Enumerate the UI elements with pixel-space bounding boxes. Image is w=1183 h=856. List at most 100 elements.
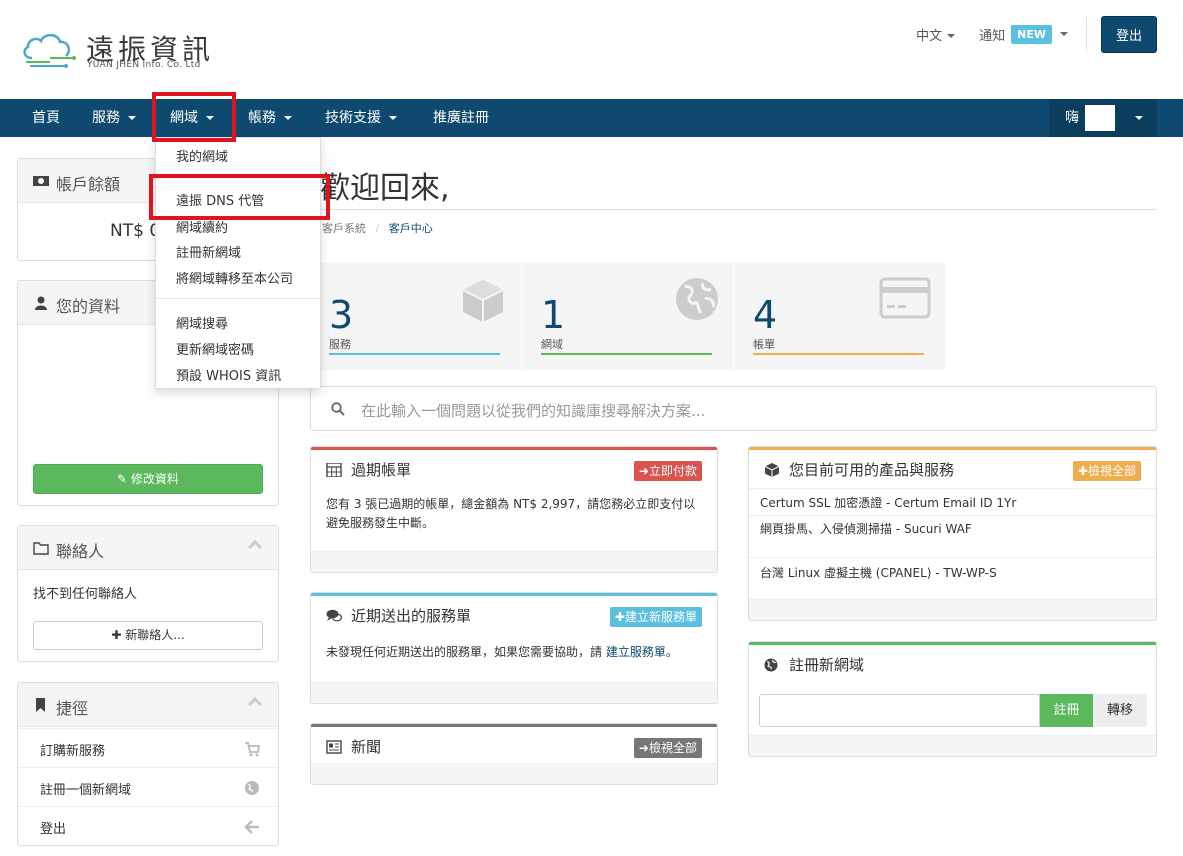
overdue-message: 您有 3 張已過期的帳單，總金額為 NT$ 2,997，請您務必立即支付以避免服… [326,497,696,530]
button-label: 立即付款 [648,464,697,478]
caret-down-icon [1135,116,1143,120]
register-domain-card: 註冊新網域 註冊 轉移 [748,641,1157,757]
panel-title: 帳戶餘額 [56,175,121,194]
contacts-panel: 聯絡人 找不到任何聯絡人 ✚ 新聯絡人... [17,525,279,662]
tile-bar [541,353,712,355]
shortcut-label: 訂購新服務 [40,744,106,759]
view-all-news-button[interactable]: ➜檢視全部 [633,738,702,758]
menu-item-my-domains[interactable]: 我的網域 [176,146,228,165]
plus-icon: ✚ [614,610,625,624]
nav-label: 帳務 [248,110,276,126]
nav-services[interactable]: 服務 [92,99,136,137]
nav-support[interactable]: 技術支援 [325,99,397,137]
card-footer [749,735,1156,756]
tile-services[interactable]: 3 服務 [310,263,521,370]
new-badge: NEW [1011,24,1052,44]
card-header: 近期送出的服務單 ✚建立新服務單 [311,596,717,634]
shortcut-order-service[interactable]: 訂購新服務 [18,728,278,767]
notifications-menu[interactable]: 通知 NEW [979,24,1068,44]
logo-subtext: YUAN JHEN Info. Co. Ltd [87,60,201,70]
user-greeting: 嗨 [1065,110,1079,126]
button-label: 建立新服務單 [624,610,697,624]
redacted-username [1085,105,1115,131]
shortcut-logout[interactable]: 登出 [18,806,278,845]
globe-icon [245,781,259,795]
nav-affiliates[interactable]: 推廣註冊 [433,99,489,137]
tile-count: 3 [329,293,354,337]
menu-item-transfer-domain[interactable]: 將網域轉移至本公司 [176,268,293,287]
pencil-icon: ✎ [117,472,131,486]
nav-label: 技術支援 [325,110,381,126]
breadcrumb-item-active: 客戶中心 [388,222,433,235]
cube-icon [462,280,504,322]
open-ticket-link[interactable]: 建立服務單 [606,645,666,659]
caret-down-icon [389,116,397,120]
button-label: 新聯絡人... [125,628,185,642]
tile-bar [753,353,924,355]
header: 遠振資訊 YUAN JHEN Info. Co. Ltd 中文 通知 NEW 登… [0,0,1183,99]
card-header: 註冊新網域 [749,645,1156,683]
kb-search-input[interactable]: 在此輸入一個問題以從我們的知識庫搜尋解決方案... [310,386,1157,431]
view-all-services-button[interactable]: ✚檢視全部 [1072,461,1141,481]
card-footer [311,763,717,784]
tile-bar [329,353,500,355]
stats-tiles: 3 服務 1 網域 4 帳單 [310,263,945,370]
divider [310,209,1157,210]
menu-item-register-domain[interactable]: 註冊新網域 [176,242,241,261]
breadcrumb-item[interactable]: 客戶系統 [322,222,366,235]
logout-button[interactable]: 登出 [1100,15,1157,53]
no-contacts-text: 找不到任何聯絡人 [33,587,138,602]
tile-label: 帳單 [753,338,775,351]
highlight-box [152,92,236,142]
tile-label: 網域 [541,338,563,351]
newspaper-icon [326,740,342,754]
menu-item-default-whois[interactable]: 預設 WHOIS 資訊 [176,365,281,384]
user-menu[interactable]: 嗨 [1049,99,1157,137]
notifications-label: 通知 [979,28,1006,44]
tile-domains[interactable]: 1 網域 [522,263,733,370]
overdue-invoices-card: 過期帳單 ➜立即付款 您有 3 張已過期的帳單，總金額為 NT$ 2,997，請… [310,446,718,573]
service-row[interactable]: Certum SSL 加密憑證 - Certum Email ID 1Yr [749,488,1156,515]
comments-icon [326,609,342,622]
tile-invoices[interactable]: 4 帳單 [734,263,945,370]
menu-item-update-domain-password[interactable]: 更新網域密碼 [176,339,254,358]
register-button[interactable]: 註冊 [1040,694,1093,727]
language-selector[interactable]: 中文 [916,25,956,44]
panel-title: 聯絡人 [56,542,105,561]
edit-profile-button[interactable]: ✎ 修改資料 [33,464,263,494]
chevron-up-icon[interactable] [247,696,263,712]
card-title: 新聞 [351,738,382,756]
plus-icon: ✚ [1077,464,1088,478]
button-label: 修改資料 [130,472,179,486]
tickets-text-end: 。 [665,645,678,659]
transfer-button[interactable]: 轉移 [1093,694,1147,727]
cloud-logo-icon [23,33,76,68]
service-name: Certum SSL 加密憑證 - Certum Email ID 1Yr [760,496,1017,510]
arrow-right-icon: ➜ [638,741,649,755]
pay-now-button[interactable]: ➜立即付款 [633,461,702,481]
menu-divider [156,298,320,299]
nav-label: 首頁 [32,110,60,126]
nav-label: 推廣註冊 [433,110,489,126]
logo[interactable]: 遠振資訊 YUAN JHEN Info. Co. Ltd [20,28,230,76]
service-row[interactable]: 台灣 Linux 虛擬主機 (CPANEL) - TW-WP-S [749,557,1156,599]
menu-item-domain-search[interactable]: 網域搜尋 [176,313,228,332]
shortcut-register-domain[interactable]: 註冊一個新網域 [18,767,278,806]
domain-search-input[interactable] [759,694,1040,727]
panel-title: 捷徑 [56,699,89,718]
new-contact-button[interactable]: ✚ 新聯絡人... [33,621,263,650]
chevron-up-icon[interactable] [247,539,263,555]
nav-billing[interactable]: 帳務 [248,99,292,137]
service-row[interactable]: 網頁掛馬、入侵偵測掃描 - Sucuri WAF [749,515,1156,557]
open-ticket-button[interactable]: ✚建立新服務單 [609,607,702,627]
card-header: 過期帳單 ➜立即付款 [311,450,717,488]
service-name: 網頁掛馬、入侵偵測掃描 - Sucuri WAF [760,522,972,536]
bookmark-icon [36,698,45,712]
nav-home[interactable]: 首頁 [32,99,60,137]
caret-down-icon [1059,32,1068,36]
card-title: 您目前可用的產品與服務 [789,461,955,479]
arrow-left-icon [244,820,259,834]
card-title: 註冊新網域 [789,656,865,674]
caret-down-icon [947,34,956,38]
globe-icon [676,278,718,320]
